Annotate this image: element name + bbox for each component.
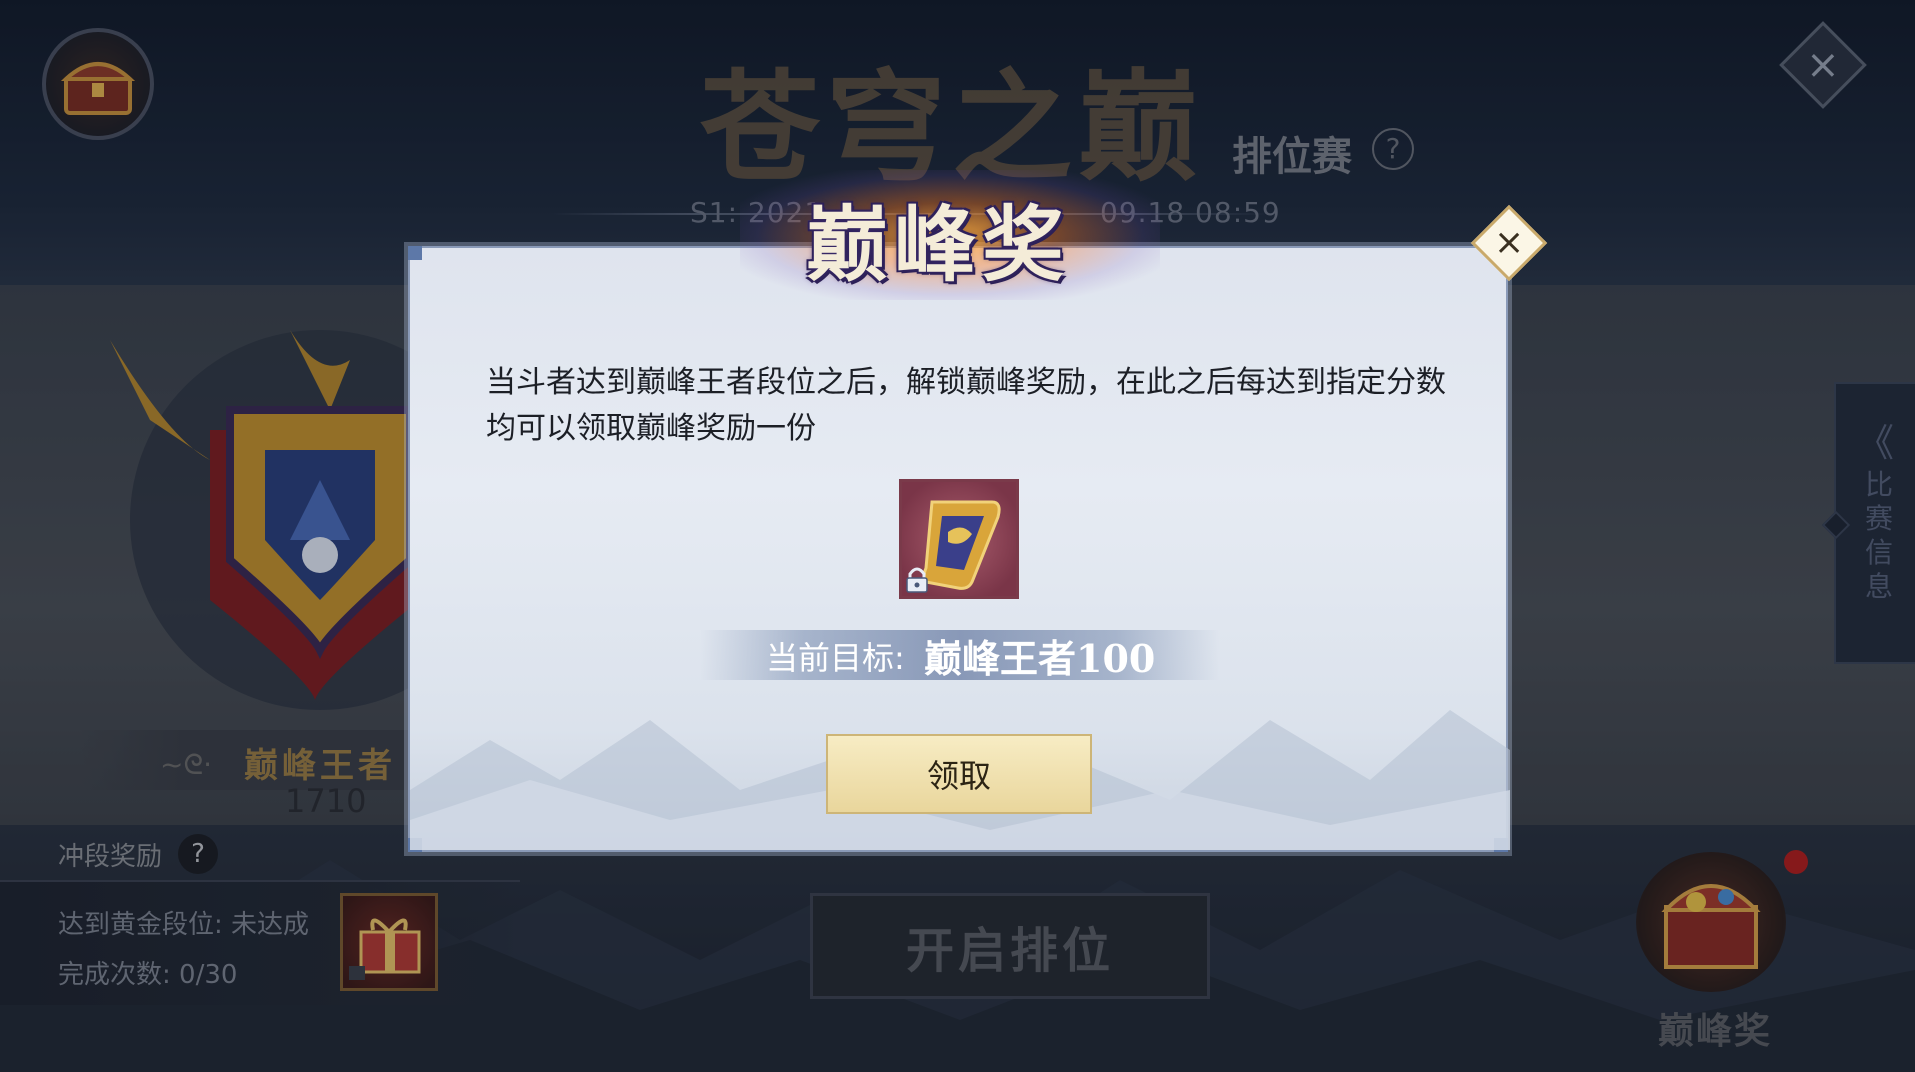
dialog-title: 巅峰奖 xyxy=(806,197,1071,293)
lock-icon xyxy=(906,567,928,593)
target-value: 巅峰王者100 xyxy=(924,636,1156,681)
close-icon: × xyxy=(1493,221,1525,263)
corner-decoration xyxy=(408,246,422,260)
target-label: 当前目标: xyxy=(766,639,905,677)
claim-button[interactable]: 领取 xyxy=(826,734,1092,814)
dialog-description: 当斗者达到巅峰王者段位之后，解锁巅峰奖励，在此之后每达到指定分数均可以领取巅峰奖… xyxy=(486,365,1446,446)
